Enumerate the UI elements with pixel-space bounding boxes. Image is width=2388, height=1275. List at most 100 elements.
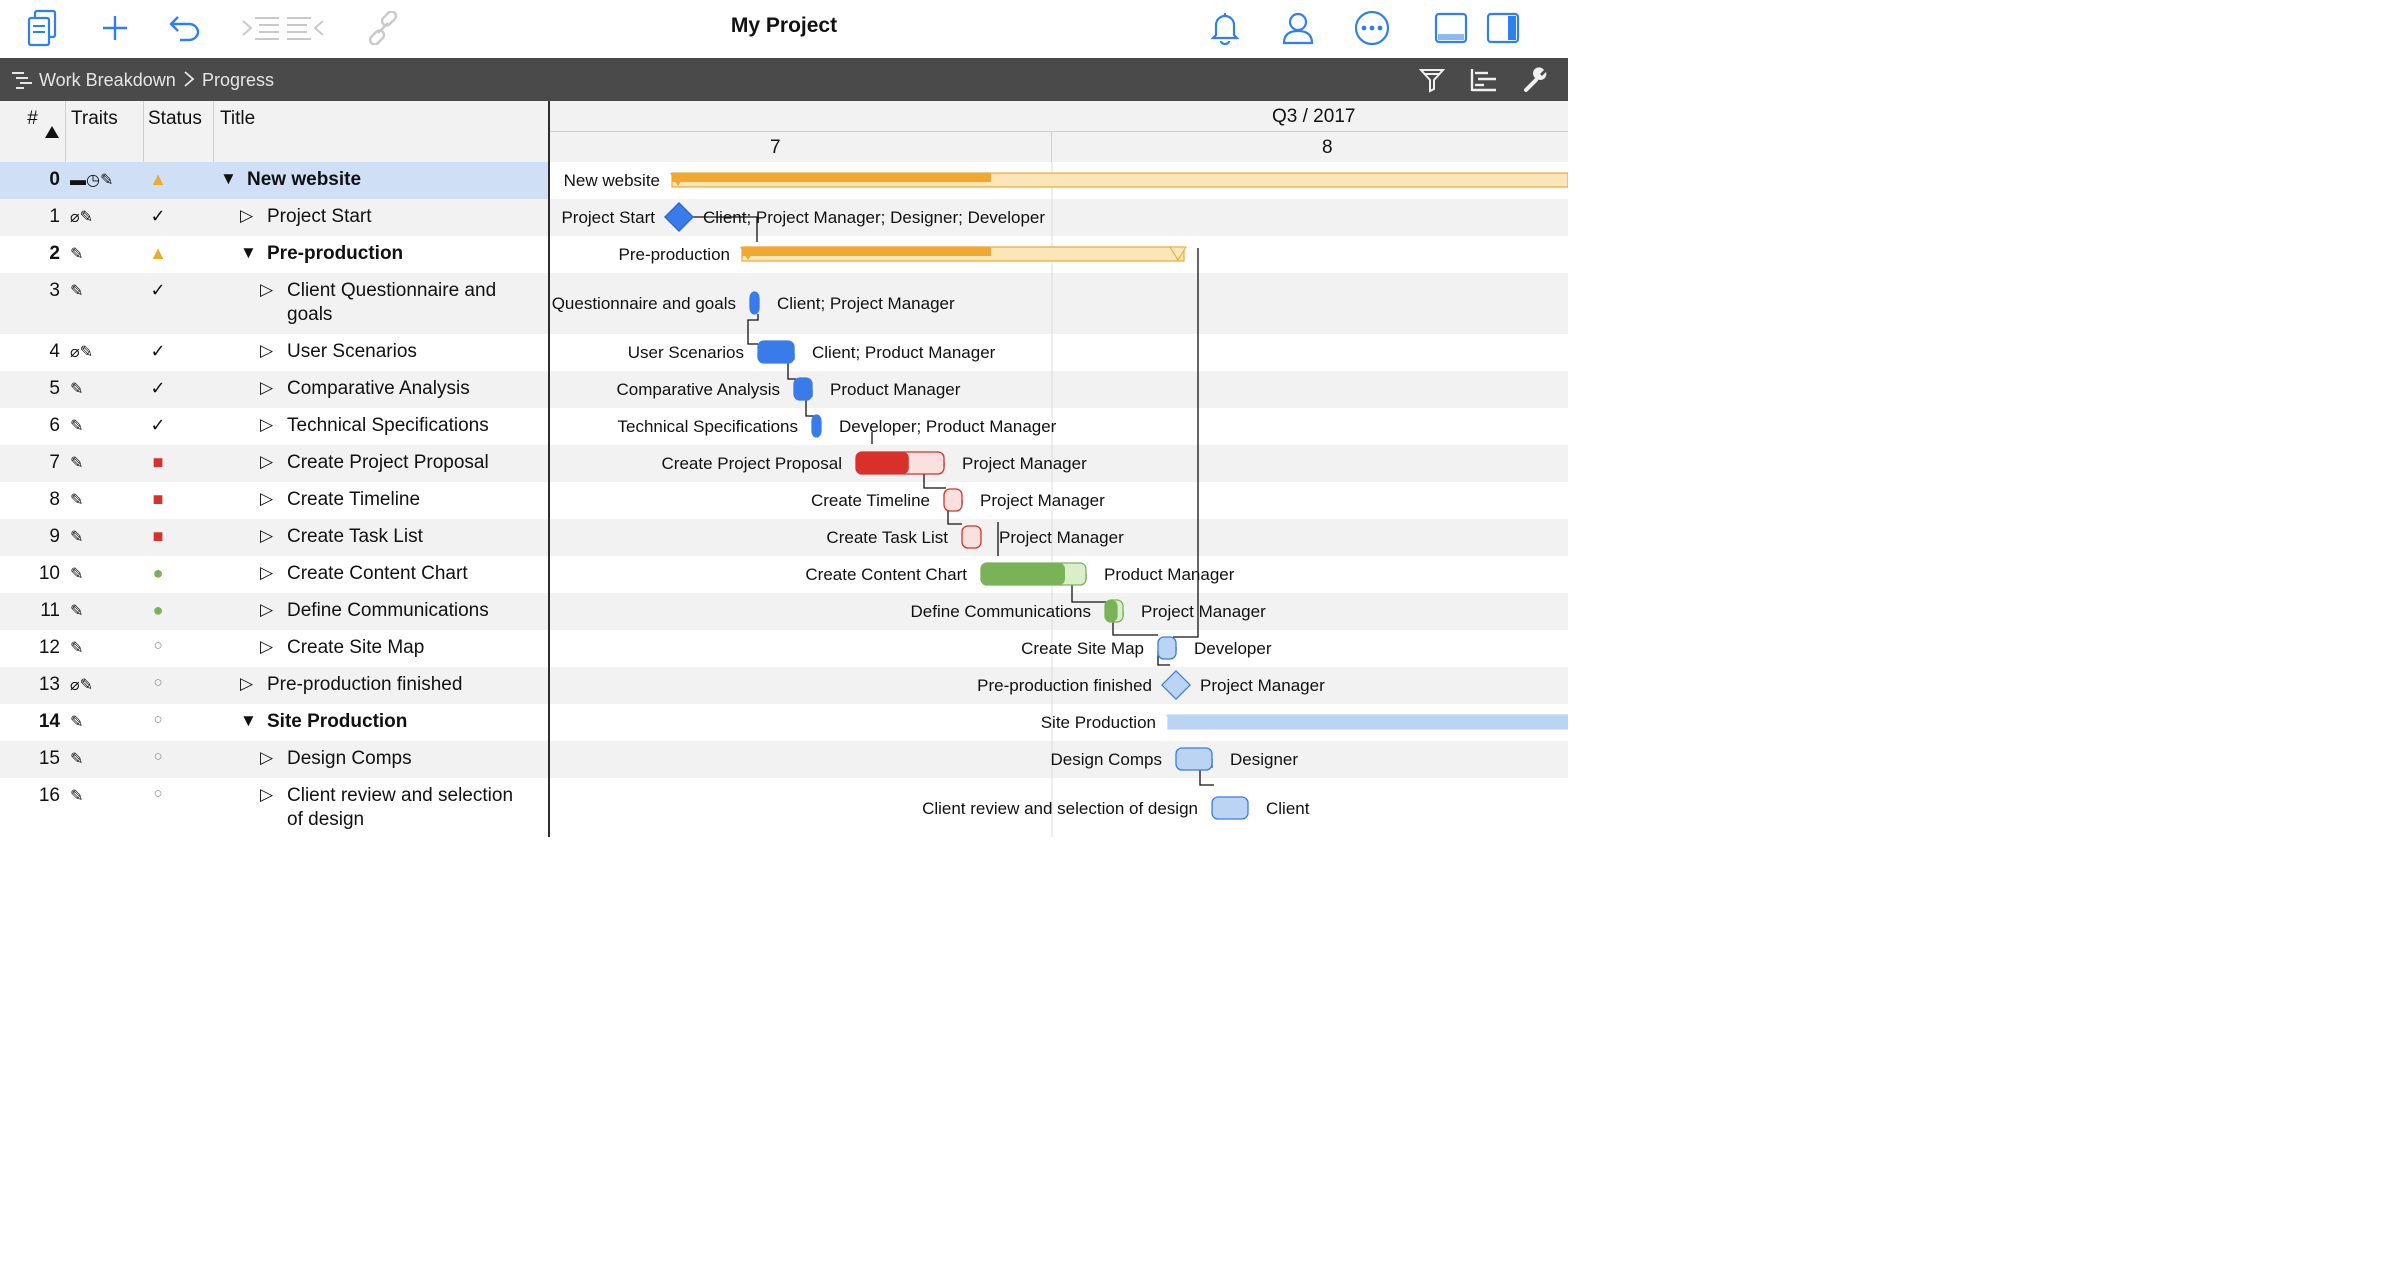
row-title[interactable]: Site Production <box>267 710 407 734</box>
bottom-panel-icon[interactable] <box>1428 6 1474 50</box>
expand-triangle-icon[interactable]: ▷ <box>260 341 273 361</box>
status-icon[interactable]: ✓ <box>146 280 170 301</box>
row-title[interactable]: Define Communications <box>287 599 489 623</box>
expand-triangle-icon[interactable]: ▷ <box>260 378 273 398</box>
status-icon[interactable]: ■ <box>146 452 170 473</box>
status-icon[interactable]: ✓ <box>146 415 170 436</box>
row-title-line: User Scenarios <box>287 341 417 362</box>
gantt-task-bar-progress[interactable] <box>750 292 759 314</box>
row-title[interactable]: Project Start <box>267 205 372 229</box>
side-panel-icon[interactable] <box>1480 6 1526 50</box>
row-title[interactable]: New website <box>247 168 361 192</box>
gantt-view-icon[interactable] <box>1466 64 1502 96</box>
status-icon[interactable]: ■ <box>146 489 170 510</box>
row-number: 11 <box>40 600 60 621</box>
status-icon[interactable]: ■ <box>146 526 170 547</box>
gantt-label: Pre-production <box>618 245 730 264</box>
gantt-task-bar-progress[interactable] <box>856 452 909 474</box>
gantt-task-bar[interactable] <box>1157 636 1177 660</box>
gantt-task-bar[interactable] <box>961 525 982 549</box>
gantt-label: Pre-production finished <box>977 676 1152 695</box>
status-icon[interactable]: ✓ <box>146 206 170 227</box>
gantt-group-bar-progress[interactable] <box>672 173 991 182</box>
sort-ascending-icon <box>45 126 59 138</box>
row-title[interactable]: Comparative Analysis <box>287 377 470 401</box>
row-title[interactable]: Create Site Map <box>287 636 424 660</box>
status-icon[interactable]: ✓ <box>146 341 170 362</box>
gantt-task-bar-progress[interactable] <box>794 378 812 400</box>
expand-triangle-icon[interactable]: ▷ <box>260 637 273 657</box>
expand-triangle-icon[interactable]: ▷ <box>240 206 253 226</box>
wrench-icon[interactable] <box>1518 64 1554 96</box>
expand-triangle-icon[interactable]: ▷ <box>260 600 273 620</box>
row-title-line: New website <box>247 169 362 190</box>
gantt-group-bar[interactable] <box>1167 714 1568 730</box>
status-icon[interactable]: ○ <box>146 785 170 802</box>
status-icon[interactable]: ○ <box>146 674 170 691</box>
row-title[interactable]: Design Comps <box>287 747 412 771</box>
gantt-task-bar[interactable] <box>1211 796 1249 820</box>
row-title[interactable]: Create Content Chart <box>287 562 468 586</box>
gantt-task-bar-progress[interactable] <box>1105 600 1118 622</box>
collapse-triangle-icon[interactable]: ▼ <box>240 243 257 263</box>
user-icon[interactable] <box>1275 6 1321 50</box>
row-number: 15 <box>38 748 60 769</box>
status-icon[interactable]: ○ <box>146 637 170 654</box>
status-icon[interactable]: ● <box>146 600 170 621</box>
filter-icon[interactable] <box>1414 64 1450 96</box>
traits-icons: ⌀✎ <box>70 344 94 361</box>
traits-icons: ✎ <box>70 381 84 398</box>
row-title[interactable]: Client review and selection of design <box>287 784 513 832</box>
status-icon[interactable]: ✓ <box>146 378 170 399</box>
status-icon[interactable]: ● <box>146 563 170 584</box>
expand-triangle-icon[interactable]: ▷ <box>260 280 273 300</box>
column-header-number[interactable]: # <box>0 101 66 162</box>
gantt-header: Q3 / 2017 7 8 <box>550 101 1568 163</box>
status-icon[interactable]: ▲ <box>146 169 170 190</box>
pane-divider[interactable] <box>548 101 550 837</box>
status-icon[interactable]: ○ <box>146 748 170 765</box>
row-title-line: Create Timeline <box>287 489 421 510</box>
gantt-task-bar-progress[interactable] <box>758 341 794 363</box>
expand-triangle-icon[interactable]: ▷ <box>260 748 273 768</box>
gantt-resources: Product Manager <box>1104 565 1235 584</box>
column-header-traits[interactable]: Traits <box>66 101 144 162</box>
more-icon[interactable] <box>1349 6 1395 50</box>
row-title[interactable]: Client Questionnaire and goals <box>287 279 496 327</box>
expand-triangle-icon[interactable]: ▷ <box>260 415 273 435</box>
row-number: 13 <box>38 674 60 695</box>
row-title[interactable]: Pre-production <box>267 242 403 266</box>
gantt-task-bar[interactable] <box>1175 747 1213 771</box>
gantt-task-bar[interactable] <box>943 488 963 512</box>
expand-triangle-icon[interactable]: ▷ <box>260 526 273 546</box>
collapse-triangle-icon[interactable]: ▼ <box>240 711 257 731</box>
row-title[interactable]: User Scenarios <box>287 340 417 364</box>
expand-triangle-icon[interactable]: ▷ <box>260 489 273 509</box>
gantt-group-bar-progress[interactable] <box>742 247 991 256</box>
notifications-icon[interactable] <box>1202 6 1248 50</box>
collapse-triangle-icon[interactable]: ▼ <box>220 169 237 189</box>
gantt-label: Create Content Chart <box>805 565 967 584</box>
breadcrumb-progress[interactable]: Progress <box>202 70 274 91</box>
row-title[interactable]: Create Task List <box>287 525 423 549</box>
gantt-label: Site Production <box>1041 713 1156 732</box>
expand-triangle-icon[interactable]: ▷ <box>240 674 253 694</box>
row-title[interactable]: Create Timeline <box>287 488 420 512</box>
status-icon[interactable]: ○ <box>146 711 170 728</box>
row-title[interactable]: Pre-production finished <box>267 673 462 697</box>
status-icon[interactable]: ▲ <box>146 243 170 264</box>
column-header-status[interactable]: Status <box>144 101 214 162</box>
expand-triangle-icon[interactable]: ▷ <box>260 452 273 472</box>
row-title-line: Pre-production finished <box>267 674 463 695</box>
breadcrumb-work-breakdown[interactable]: Work Breakdown <box>39 70 176 91</box>
gantt-task-bar-progress[interactable] <box>812 415 821 437</box>
row-title[interactable]: Create Project Proposal <box>287 451 489 475</box>
column-header-title[interactable]: Title <box>214 101 549 162</box>
gantt-task-bar-progress[interactable] <box>981 563 1065 585</box>
expand-triangle-icon[interactable]: ▷ <box>260 563 273 583</box>
outline-icon[interactable] <box>10 70 34 95</box>
expand-triangle-icon[interactable]: ▷ <box>260 785 273 805</box>
gantt-resources: Project Manager <box>1141 602 1266 621</box>
row-number: 12 <box>38 637 60 658</box>
row-title[interactable]: Technical Specifications <box>287 414 489 438</box>
